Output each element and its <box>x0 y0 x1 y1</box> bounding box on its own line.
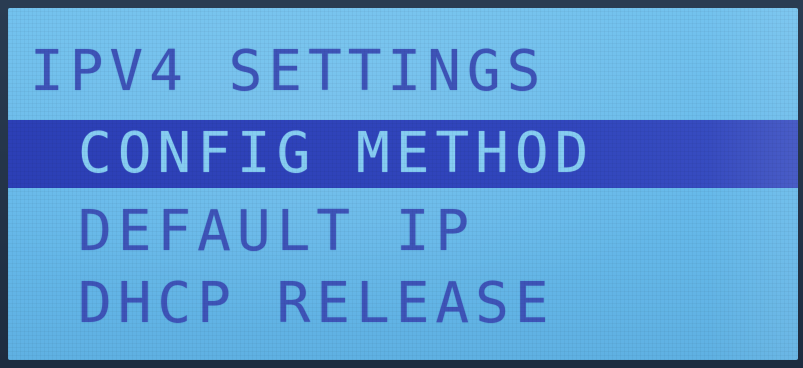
menu-item-config-method[interactable]: CONFIG METHOD <box>8 120 798 188</box>
lcd-screen: IPV4 SETTINGS CONFIG METHOD DEFAULT IP D… <box>8 8 798 360</box>
menu-item-default-ip[interactable]: DEFAULT IP <box>8 198 798 266</box>
menu-item-dhcp-release[interactable]: DHCP RELEASE <box>8 270 798 338</box>
screen-title: IPV4 SETTINGS <box>30 39 547 104</box>
device-bezel: IPV4 SETTINGS CONFIG METHOD DEFAULT IP D… <box>0 0 803 368</box>
